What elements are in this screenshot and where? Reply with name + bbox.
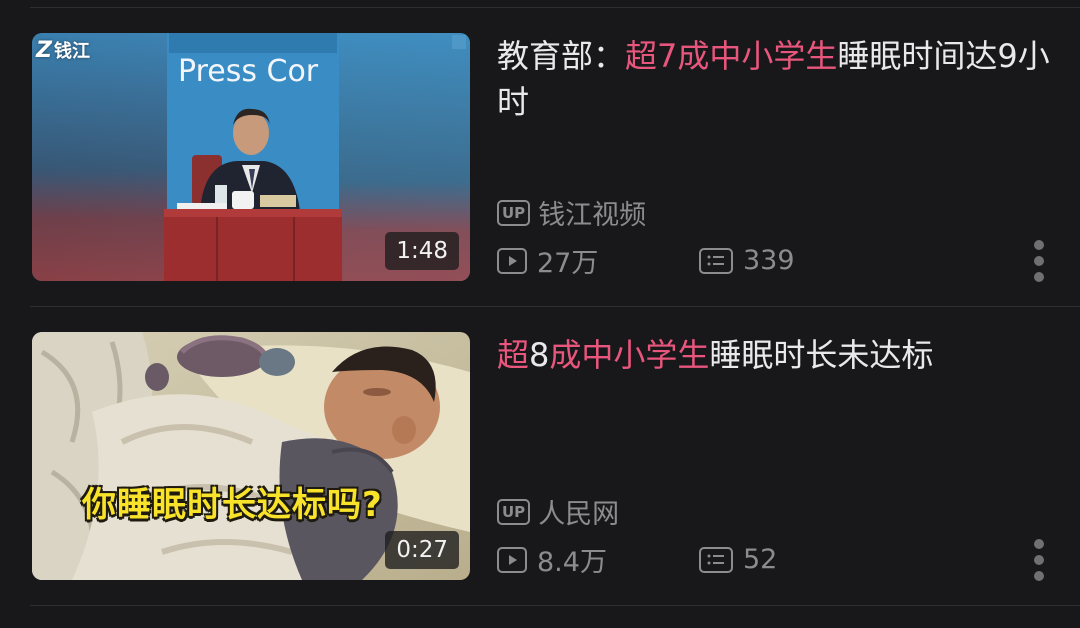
video-thumbnail-1[interactable]: Press Cor Z 钱江 1:48 [32, 33, 470, 281]
comment-count: 339 [699, 245, 795, 276]
uploader-name[interactable]: 钱江视频 [538, 193, 646, 232]
thumbnail-caption: 你睡眠时长达标吗? [82, 485, 383, 525]
uploader-row[interactable]: UP 人民网 [497, 492, 619, 531]
view-count: 27万 [497, 241, 699, 280]
video-feed: Press Cor Z 钱江 1:48 教育部：超7成中小学生睡眠时间达9小时 … [0, 0, 1080, 628]
video-duration-badge: 0:27 [385, 531, 459, 569]
comment-count-icon [699, 546, 733, 573]
video-title[interactable]: 教育部：超7成中小学生睡眠时间达9小时 [497, 33, 1052, 125]
video-title[interactable]: 超8成中小学生睡眠时长未达标 [497, 332, 1052, 378]
comment-count-icon [699, 247, 733, 274]
divider [30, 605, 1080, 606]
divider [30, 306, 1080, 307]
up-badge-icon: UP [497, 199, 531, 226]
uploader-row[interactable]: UP 钱江视频 [497, 193, 646, 232]
stats-row: 27万 339 [497, 241, 795, 280]
comment-count: 52 [699, 544, 777, 575]
video-card-2[interactable]: 你睡眠时长达标吗? 0:27 超8成中小学生睡眠时长未达标 UP 人民网 8.4… [0, 332, 1080, 582]
backdrop-text: Press Cor [178, 54, 319, 89]
more-vertical-icon[interactable] [1033, 240, 1045, 282]
channel-watermark: Z 钱江 [36, 38, 90, 63]
stats-row: 8.4万 52 [497, 540, 777, 579]
video-card-1[interactable]: Press Cor Z 钱江 1:48 教育部：超7成中小学生睡眠时间达9小时 … [0, 33, 1080, 283]
more-vertical-icon[interactable] [1033, 539, 1045, 581]
up-badge-icon: UP [497, 498, 531, 525]
view-count: 8.4万 [497, 540, 699, 579]
video-duration-badge: 1:48 [385, 232, 459, 270]
play-count-icon [497, 247, 527, 274]
video-thumbnail-2[interactable]: 你睡眠时长达标吗? 0:27 [32, 332, 470, 580]
divider [30, 7, 1080, 8]
play-count-icon [497, 546, 527, 573]
uploader-name[interactable]: 人民网 [538, 492, 619, 531]
